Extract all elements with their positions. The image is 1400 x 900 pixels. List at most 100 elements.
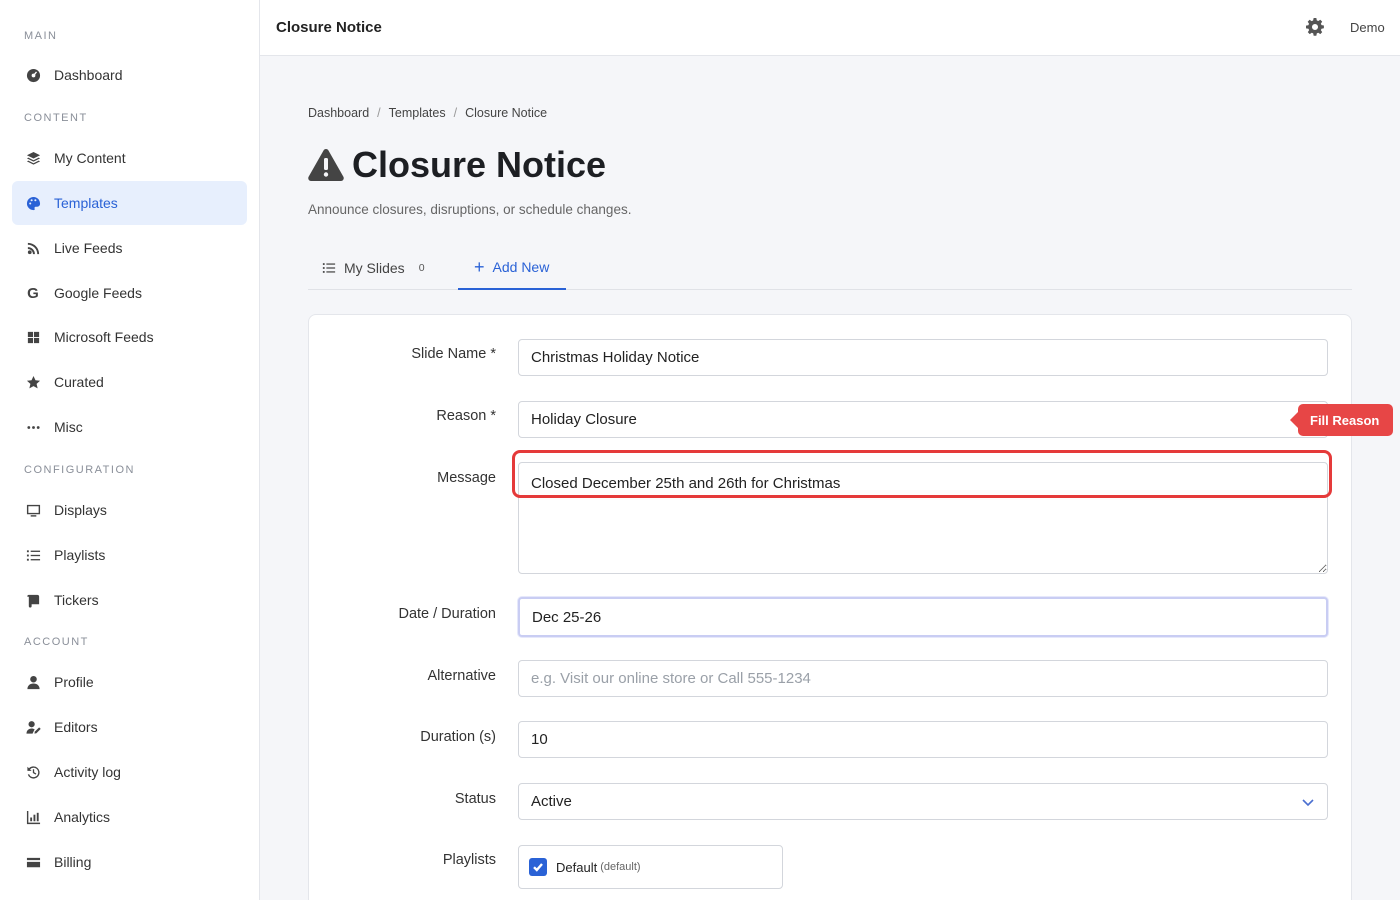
date-duration-label: Date / Duration — [398, 606, 496, 622]
slide-form: Slide Name * Christmas Holiday Notice Re… — [308, 314, 1352, 900]
broadcast-icon — [25, 240, 41, 256]
sidebar-item-tickers[interactable]: Tickers — [12, 578, 247, 622]
main-content: Dashboard / Templates / Closure Notice Closu… — [260, 56, 1400, 900]
sidebar-item-label: Curated — [54, 374, 104, 390]
sidebar-item-live-feeds[interactable]: Live Feeds — [12, 226, 247, 270]
playlist-name: Default — [556, 859, 598, 875]
user-edit-icon — [25, 719, 41, 735]
user-icon — [25, 674, 41, 690]
sidebar-item-label: Billing — [54, 854, 92, 870]
status-value: Active — [531, 793, 572, 810]
sidebar-item-editors[interactable]: Editors — [12, 705, 247, 749]
sidebar-section-account: ACCOUNT — [24, 636, 89, 648]
alternative-placeholder: e.g. Visit our online store or Call 555-… — [531, 670, 811, 687]
playlist-option-default[interactable]: Default (default) — [518, 845, 783, 889]
sidebar-item-displays[interactable]: Displays — [12, 488, 247, 532]
sidebar-item-curated[interactable]: Curated — [12, 360, 247, 404]
layers-icon — [25, 150, 41, 166]
date-duration-input[interactable]: Dec 25-26 — [518, 597, 1328, 637]
sidebar-item-templates[interactable]: Templates — [12, 181, 247, 225]
monitor-icon — [25, 502, 41, 518]
breadcrumb-separator: / — [377, 106, 381, 120]
sidebar-item-label: Playlists — [54, 547, 106, 563]
sidebar-item-billing[interactable]: Billing — [12, 840, 247, 884]
scroll-icon — [25, 592, 41, 608]
alternative-input[interactable]: e.g. Visit our online store or Call 555-… — [518, 660, 1328, 697]
annotation-tag: Fill Reason — [1289, 404, 1394, 436]
breadcrumb-separator: / — [453, 106, 458, 120]
slide-name-input[interactable]: Christmas Holiday Notice — [518, 339, 1328, 376]
gear-icon[interactable] — [1306, 18, 1326, 38]
sidebar-item-label: Microsoft Feeds — [54, 329, 154, 345]
duration-label: Duration (s) — [420, 729, 496, 745]
sidebar-item-label: Editors — [54, 719, 98, 735]
warning-icon — [308, 148, 344, 182]
sidebar-item-microsoft-feeds[interactable]: Microsoft Feeds — [12, 315, 247, 359]
top-bar: Closure Notice Demo — [260, 0, 1400, 56]
duration-input[interactable]: 10 — [518, 721, 1328, 758]
tab-bar: My Slides 0 + Add New — [308, 246, 1352, 290]
sidebar-section-configuration: CONFIGURATION — [24, 464, 135, 476]
sidebar-item-label: Activity log — [54, 764, 121, 780]
sidebar-item-dashboard[interactable]: Dashboard — [12, 53, 247, 97]
sidebar-item-label: Analytics — [54, 809, 111, 825]
status-label: Status — [454, 791, 496, 807]
sidebar-item-my-content[interactable]: My Content — [12, 136, 247, 180]
dashboard-icon — [25, 67, 41, 83]
sidebar-item-label: Misc — [54, 419, 83, 435]
user-menu[interactable]: Demo — [1350, 20, 1385, 35]
page-title: Closure Notice — [308, 144, 606, 186]
sidebar-item-label: Dashboard — [54, 67, 123, 83]
playlist-default-tag: (default) — [600, 861, 641, 873]
sidebar: MAIN Dashboard CONTENT My Content Templa… — [0, 0, 260, 900]
sidebar-section-main: MAIN — [24, 30, 58, 42]
header-title: Closure Notice — [276, 19, 382, 36]
breadcrumb-templates[interactable]: Templates — [389, 106, 446, 120]
sidebar-item-label: My Content — [54, 150, 126, 166]
tab-label: Add New — [492, 259, 550, 275]
slide-count-badge: 0 — [418, 262, 425, 274]
star-icon — [25, 374, 41, 390]
list-icon — [322, 261, 336, 275]
status-select[interactable]: Active — [518, 783, 1328, 820]
sidebar-item-misc[interactable]: Misc — [12, 405, 247, 449]
message-textarea[interactable]: Closed December 25th and 26th for Christ… — [518, 462, 1328, 574]
reason-label: Reason * — [436, 408, 496, 424]
palette-icon — [25, 195, 41, 211]
ellipsis-icon — [25, 419, 41, 435]
slide-name-label: Slide Name * — [411, 346, 496, 362]
breadcrumb-current: Closure Notice — [465, 106, 548, 120]
windows-icon — [25, 329, 41, 345]
sidebar-item-activity-log[interactable]: Activity log — [12, 750, 247, 794]
sidebar-item-label: Tickers — [54, 592, 99, 608]
tab-label: My Slides — [344, 260, 405, 276]
breadcrumb-dashboard[interactable]: Dashboard — [308, 106, 369, 120]
sidebar-item-google-feeds[interactable]: G Google Feeds — [12, 271, 247, 315]
playlists-label: Playlists — [442, 852, 496, 868]
reason-input[interactable]: Holiday Closure — [518, 401, 1328, 438]
sidebar-item-label: Profile — [54, 674, 94, 690]
sidebar-item-analytics[interactable]: Analytics — [12, 795, 247, 839]
sidebar-item-label: Displays — [54, 502, 107, 518]
google-icon: G — [27, 284, 39, 302]
page-subtitle: Announce closures, disruptions, or sched… — [308, 202, 632, 217]
list-icon — [25, 547, 41, 563]
tab-add-new[interactable]: + Add New — [458, 246, 566, 290]
page-heading: Closure Notice — [352, 144, 607, 185]
checkbox-checked[interactable] — [529, 858, 547, 876]
sidebar-item-profile[interactable]: Profile — [12, 660, 247, 704]
sidebar-section-content: CONTENT — [24, 112, 88, 124]
sidebar-item-playlists[interactable]: Playlists — [12, 533, 247, 577]
breadcrumb: Dashboard / Templates / Closure Notice — [308, 106, 547, 120]
credit-card-icon — [25, 854, 41, 870]
chart-icon — [25, 809, 41, 825]
tab-my-slides[interactable]: My Slides 0 — [322, 246, 425, 290]
plus-icon: + — [474, 257, 485, 277]
sidebar-item-label: Live Feeds — [54, 240, 123, 256]
alternative-label: Alternative — [427, 668, 496, 684]
history-icon — [25, 764, 41, 780]
message-label: Message — [437, 470, 496, 486]
sidebar-item-label: Google Feeds — [54, 285, 142, 301]
sidebar-item-label: Templates — [54, 195, 118, 211]
chevron-down-icon — [1301, 795, 1315, 809]
